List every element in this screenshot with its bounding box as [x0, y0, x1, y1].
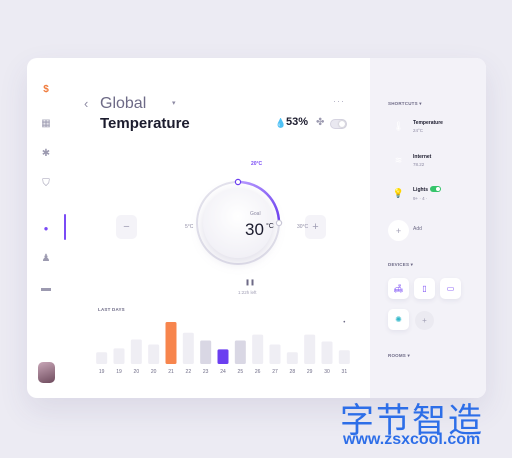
chart-tick-label: 19 — [99, 369, 105, 375]
chart-bar[interactable] — [321, 341, 333, 364]
person-icon[interactable]: ♟ — [39, 251, 53, 265]
chart-tick-label: 21 — [168, 369, 174, 375]
chart-bar[interactable] — [252, 334, 264, 364]
avatar[interactable] — [38, 362, 55, 383]
current-temp-label: 20°C — [251, 161, 263, 167]
decrease-temperature-button[interactable]: − — [116, 215, 137, 239]
sidebar-nav: $ ▦ ✱ ⛉ ● ♟ ▬ — [27, 58, 66, 398]
location-icon[interactable]: ● — [39, 221, 53, 235]
chart-tick-label: 27 — [272, 369, 278, 375]
add-shortcut-button[interactable]: + — [388, 220, 409, 241]
chart-tick-label: 30 — [324, 369, 330, 375]
temperature-shortcut-tile[interactable]: 🌡 — [388, 116, 409, 137]
chart-bar[interactable] — [338, 350, 350, 364]
lamp-device-icon[interactable]: 🛋 — [388, 278, 409, 299]
chart-title: LAST DAYS — [98, 307, 125, 312]
chart-bar[interactable] — [113, 348, 125, 364]
rooms-label[interactable]: ROOMS ▾ — [388, 353, 410, 359]
dashboard-icon[interactable]: ▦ — [39, 116, 53, 130]
settings-icon[interactable]: ✱ — [39, 146, 53, 160]
chart-tick-label: 29 — [307, 369, 313, 375]
shortcut-sub: 78.22 — [413, 162, 425, 167]
shortcut-name: Temperature — [413, 120, 443, 126]
dashboard-card: $ ▦ ✱ ⛉ ● ♟ ▬ ‹ Global ▾ Temperature ···… — [27, 58, 486, 398]
main-panel: ‹ Global ▾ Temperature ··· 💧 53% ✤ − + 5… — [65, 58, 370, 398]
chart-bar[interactable] — [130, 339, 142, 364]
shortcut-sub: 24°C — [413, 128, 424, 133]
chart-bar[interactable] — [165, 321, 177, 364]
chart-bar[interactable] — [182, 332, 194, 364]
chart-bar[interactable] — [269, 344, 281, 364]
add-label[interactable]: Add — [413, 226, 422, 232]
chart-tick-label: 24 — [220, 369, 226, 375]
chart-tick-label: 19 — [116, 369, 122, 375]
chart-tick-label: 31 — [342, 369, 348, 375]
max-temp-label: 30°C — [297, 224, 309, 230]
humidity-drop-icon: 💧 — [275, 118, 287, 128]
fan-icon[interactable]: ✤ — [316, 117, 324, 128]
chart-bar[interactable] — [148, 344, 160, 364]
last-days-chart: 19 19 20 20 21 22 23 24 25 26 27 28 29 30 31 • — [96, 320, 350, 375]
shortcut-name: Lights — [413, 187, 428, 193]
shortcuts-label[interactable]: SHORTCUTS ▾ — [388, 101, 422, 107]
more-options-icon[interactable]: ··· — [333, 96, 345, 106]
fan-toggle[interactable] — [330, 119, 347, 129]
page-title: Temperature — [100, 115, 190, 132]
humidity-value: 53% — [286, 116, 309, 128]
shortcut-sub: 9+ · 4 · — [413, 196, 428, 201]
goal-unit: °C — [266, 223, 274, 230]
thermostat-dial[interactable] — [183, 168, 293, 278]
goal-label: Goal — [250, 211, 261, 217]
fridge-device-icon[interactable]: ▯ — [414, 278, 435, 299]
chart-tick-label: 25 — [238, 369, 244, 375]
chart-marker: • — [343, 320, 345, 326]
chart-bar[interactable] — [234, 340, 246, 364]
trash-icon[interactable]: ▬ — [39, 281, 53, 295]
min-temp-label: 5°C — [185, 224, 194, 230]
dollar-icon[interactable]: $ — [39, 82, 53, 96]
bulb-icon: 💡 — [392, 188, 405, 198]
chart-tick-label: 20 — [134, 369, 140, 375]
chart-tick-label: 26 — [255, 369, 261, 375]
chart-bar[interactable] — [286, 352, 298, 364]
chart-bar[interactable] — [96, 352, 108, 364]
back-chevron-icon[interactable]: ‹ — [84, 96, 88, 111]
right-panel: SHORTCUTS ▾ 🌡 Temperature 24°C ≋ Interne… — [370, 58, 486, 398]
internet-shortcut-tile[interactable]: ≋ — [388, 150, 409, 171]
bulb-device-icon[interactable]: ✺ — [388, 309, 409, 330]
watermark-url: www.zsxcool.com — [343, 431, 481, 448]
shortcut-name: Internet — [413, 154, 432, 160]
time-left-label: 1:22h left — [238, 290, 257, 295]
dial-handle-right[interactable] — [275, 219, 283, 227]
chart-bar[interactable] — [304, 334, 316, 364]
chevron-down-icon[interactable]: ▾ — [172, 99, 176, 107]
lights-toggle[interactable] — [430, 186, 441, 192]
dial-handle-top[interactable] — [234, 178, 242, 186]
goal-value: 30 — [245, 220, 264, 239]
lights-shortcut-tile[interactable]: 💡 — [388, 183, 409, 204]
chart-tick-label: 20 — [151, 369, 157, 375]
chart-tick-label: 22 — [186, 369, 192, 375]
add-device-button[interactable]: + — [415, 311, 434, 330]
chart-bar[interactable] — [200, 340, 212, 364]
location-title[interactable]: Global — [100, 95, 146, 113]
chart-tick-label: 28 — [290, 369, 296, 375]
devices-label[interactable]: DEVICES ▾ — [388, 262, 413, 268]
thermometer-icon: 🌡 — [392, 121, 405, 131]
monitor-device-icon[interactable]: ▭ — [440, 278, 461, 299]
pause-icon[interactable]: ❚❚ — [245, 279, 255, 286]
chart-tick-label: 23 — [203, 369, 209, 375]
chart-bar[interactable] — [217, 349, 229, 364]
filter-icon[interactable]: ⛉ — [39, 176, 53, 190]
wifi-icon: ≋ — [394, 155, 403, 165]
